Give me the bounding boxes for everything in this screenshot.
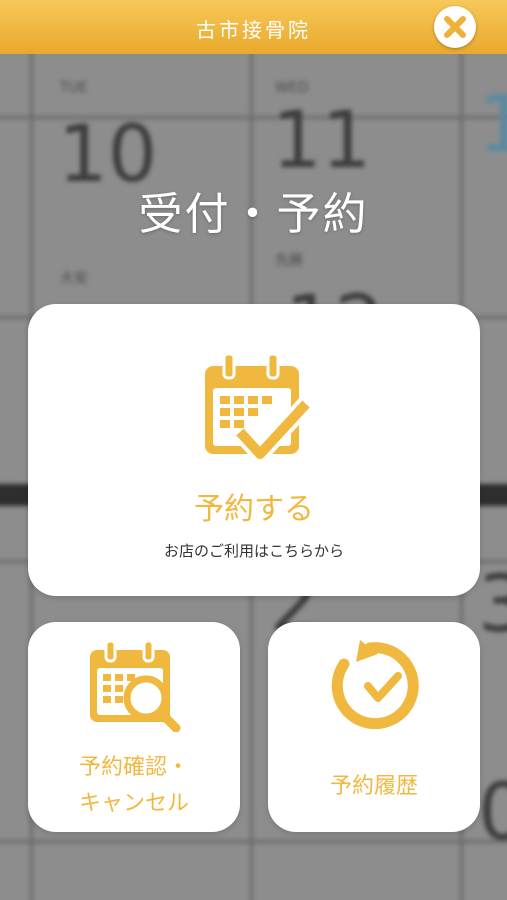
bg-day-number: 11 xyxy=(272,96,372,186)
close-button[interactable] xyxy=(434,6,476,48)
check-cancel-button[interactable]: 予約確認・ キャンセル xyxy=(28,622,240,832)
close-icon xyxy=(444,16,466,38)
calendar-search-icon xyxy=(90,640,181,732)
check-cancel-line2: キャンセル xyxy=(78,791,189,816)
history-clock-icon xyxy=(331,640,419,730)
bg-day-number: 0 xyxy=(478,768,507,858)
calendar-check-icon xyxy=(205,352,312,463)
reserve-label: 予約する xyxy=(194,492,314,527)
screen: TUE WED 大安 先勝 10 11 1 12 2 3 0 古市接骨院 受付・… xyxy=(0,0,507,900)
reserve-button[interactable]: 予約する お店のご利用はこちらから xyxy=(28,304,480,596)
bg-day-number: 1 xyxy=(478,80,507,170)
reserve-subtitle: お店のご利用はこちらから xyxy=(163,542,344,560)
check-cancel-label: 予約確認・ キャンセル xyxy=(28,750,240,822)
check-cancel-line1: 予約確認・ xyxy=(78,755,189,780)
bg-day-number: 3 xyxy=(478,560,507,650)
header-bar: 古市接骨院 xyxy=(0,0,507,54)
history-button[interactable]: 予約履歴 xyxy=(268,622,480,832)
page-title: 受付・予約 xyxy=(138,189,369,240)
app-title: 古市接骨院 xyxy=(196,18,311,42)
history-label: 予約履歴 xyxy=(329,774,418,799)
